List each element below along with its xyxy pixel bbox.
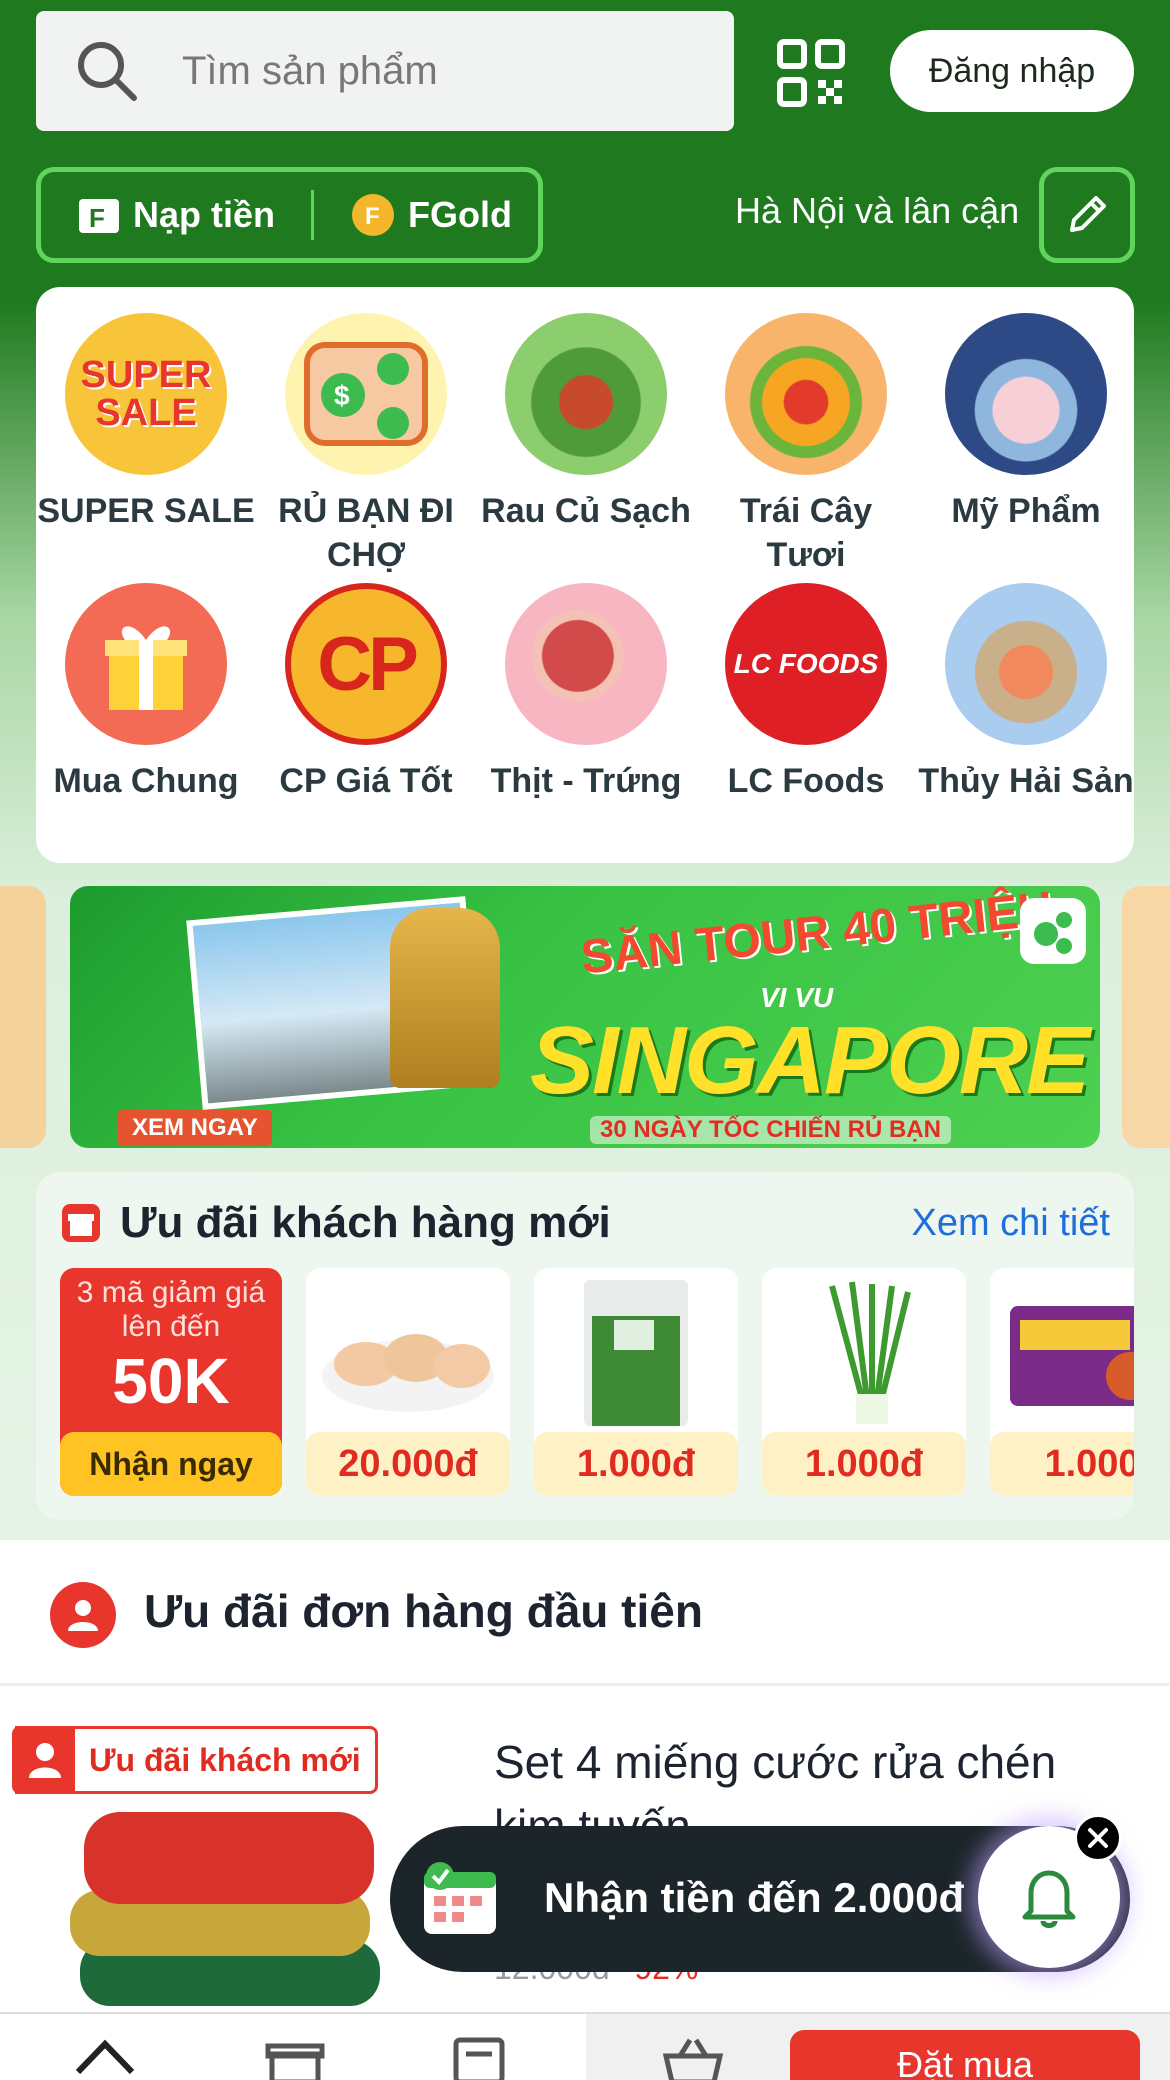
fgold-button[interactable]: F FGold: [350, 192, 512, 238]
gift-icon: [65, 583, 227, 745]
gift-tab-icon[interactable]: [262, 2032, 328, 2080]
voucher-card[interactable]: 3 mã giảm giá lên đến 50K Nhận ngay: [60, 1268, 282, 1496]
category-super-sale[interactable]: SUPER SALE SUPER SALE: [36, 313, 256, 533]
login-button[interactable]: Đăng nhập: [890, 30, 1134, 112]
banner-cta: XEM NGAY: [118, 1110, 272, 1146]
sponge-product-image: [70, 1812, 380, 2006]
category-seafood[interactable]: Thủy Hải Sản: [916, 583, 1136, 803]
greens-product-image: [584, 1280, 688, 1426]
seasoning-product-image: [1010, 1306, 1134, 1406]
category-meat-egg[interactable]: Thịt - Trứng: [476, 583, 696, 803]
category-fruit[interactable]: Trái Cây Tươi: [696, 313, 916, 577]
edit-region-button[interactable]: [1039, 167, 1135, 263]
banner-headline: SĂN TOUR 40 TRIỆU: [578, 886, 1056, 985]
product-card[interactable]: 1.000: [990, 1268, 1134, 1496]
fruit-icon: [725, 313, 887, 475]
close-icon: [1088, 1828, 1108, 1848]
user-badge-icon: [50, 1582, 116, 1648]
fgold-label: FGold: [408, 194, 512, 235]
svg-text:F: F: [89, 203, 105, 233]
vegetables-icon: [505, 313, 667, 475]
region-selector[interactable]: Hà Nội và lân cận: [735, 190, 1019, 232]
lc-foods-logo-icon: LC FOODS: [725, 583, 887, 745]
search-input[interactable]: Tìm sản phẩm: [36, 11, 734, 131]
calendar-icon: [424, 1862, 496, 1934]
section-title: Ưu đãi khách hàng mới: [120, 1198, 611, 1247]
category-vegetables[interactable]: Rau Củ Sạch: [476, 313, 696, 533]
meat-egg-icon: [505, 583, 667, 745]
cart-icon[interactable]: [660, 2032, 726, 2080]
category-lc-foods[interactable]: LC FOODS LC Foods: [696, 583, 916, 803]
seafood-icon: [945, 583, 1107, 745]
invite-friend-icon: $: [285, 313, 447, 475]
search-placeholder: Tìm sản phẩm: [182, 48, 438, 93]
wallet-bar: F Nạp tiền F FGold: [36, 167, 543, 263]
search-icon: [78, 42, 137, 101]
banner-destination: SINGAPORE: [530, 1007, 1090, 1114]
banner-prev-slide[interactable]: [0, 886, 46, 1148]
scallion-product-image: [829, 1281, 911, 1424]
user-icon: [15, 1726, 75, 1794]
category-cosmetics[interactable]: Mỹ Phẩm: [916, 313, 1136, 533]
qr-scan-icon[interactable]: [776, 38, 846, 108]
super-sale-icon: SUPER SALE: [65, 313, 227, 475]
cp-logo-icon: CP: [285, 583, 447, 745]
category-group-buy[interactable]: Mua Chung: [36, 583, 256, 803]
wallet-icon: F: [79, 199, 119, 233]
new-customer-tag: Ưu đãi khách mới: [12, 1726, 378, 1794]
claim-voucher-button[interactable]: Nhận ngay: [60, 1432, 282, 1496]
app-logo-icon: [1020, 898, 1086, 964]
product-price: 1.000đ: [762, 1432, 966, 1496]
product-card[interactable]: 20.000đ: [306, 1268, 510, 1496]
fgold-coin-icon: F: [352, 194, 395, 236]
product-price: 1.000đ: [534, 1432, 738, 1496]
see-details-link[interactable]: Xem chi tiết: [911, 1202, 1110, 1245]
home-icon[interactable]: [72, 2032, 138, 2080]
new-customer-offers: Ưu đãi khách hàng mới Xem chi tiết 3 mã …: [36, 1172, 1134, 1520]
category-invite-friend[interactable]: $ RỦ BẠN ĐI CHỢ: [256, 313, 476, 577]
voucher-description: 3 mã giảm giá lên đến: [76, 1276, 266, 1343]
first-order-header: Ưu đãi đơn hàng đầu tiên: [0, 1540, 1170, 1686]
banner-merlion-image: [390, 908, 500, 1088]
svg-text:$: $: [334, 380, 350, 411]
product-card[interactable]: 1.000đ: [534, 1268, 738, 1496]
order-button[interactable]: Đặt mua: [790, 2030, 1140, 2080]
product-card[interactable]: 1.000đ: [762, 1268, 966, 1496]
wallet-divider: [311, 190, 315, 240]
promo-banner[interactable]: SĂN TOUR 40 TRIỆU VI VU SINGAPORE 30 NGÀ…: [70, 886, 1100, 1148]
chicken-product-image: [322, 1334, 494, 1412]
product-price: 20.000đ: [306, 1432, 510, 1496]
svg-text:F: F: [365, 203, 380, 230]
section-title: Ưu đãi đơn hàng đầu tiên: [144, 1585, 703, 1637]
topup-button[interactable]: F Nạp tiền: [77, 193, 275, 237]
category-grid: SUPER SALE SUPER SALE $ RỦ BẠN ĐI CHỢ Ra…: [36, 287, 1134, 863]
banner-next-slide[interactable]: [1122, 886, 1170, 1148]
cosmetics-icon: [945, 313, 1107, 475]
product-price: 1.000: [990, 1432, 1134, 1496]
orders-icon[interactable]: [446, 2032, 512, 2080]
voucher-amount: 50K: [112, 1345, 230, 1417]
bell-icon: [1022, 1870, 1076, 1928]
gift-box-icon: [62, 1204, 100, 1242]
topup-label: Nạp tiền: [133, 194, 276, 235]
close-promo-button[interactable]: [1074, 1814, 1122, 1862]
category-cp[interactable]: CP CP Giá Tốt: [256, 583, 476, 803]
banner-footer: 30 NGÀY TỐC CHIẾN RỦ BẠN: [590, 1116, 951, 1144]
promo-text: Nhận tiền đến 2.000đ: [544, 1874, 965, 1921]
pencil-icon: [1070, 196, 1106, 232]
